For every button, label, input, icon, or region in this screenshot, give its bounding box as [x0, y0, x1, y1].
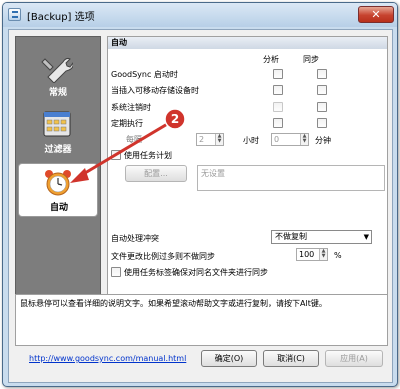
hours-spin-arrows[interactable]: ▲ ▼	[215, 134, 223, 145]
sync-periodic-checkbox[interactable]	[317, 118, 327, 128]
auto-conflict-value: 不做复制	[275, 232, 307, 241]
hours-stepper[interactable]: 2 ▲ ▼	[196, 133, 224, 146]
close-button[interactable]: ✕	[358, 6, 394, 23]
percent-label: %	[334, 251, 342, 260]
goodsync-app-icon	[8, 8, 21, 21]
auto-conflict-select[interactable]: 不做复制 ▼	[271, 230, 372, 244]
sync-on-device-checkbox[interactable]	[317, 85, 327, 95]
configure-button[interactable]: 配置...	[125, 165, 187, 182]
column-header-sync: 同步	[303, 55, 319, 64]
sidebar-item-label: 常规	[48, 88, 67, 98]
row-label-on-start: GoodSync 启动时	[111, 70, 178, 79]
options-window: [Backup] 选项 ✕ 常规 过滤器 自动 自动 分析 同步 GoodSyn…	[2, 2, 398, 387]
sidebar-item-auto[interactable]: 自动	[18, 163, 98, 217]
change-ratio-spin-arrows[interactable]: ▲ ▼	[319, 249, 327, 260]
filter-grid-icon	[43, 111, 71, 137]
change-ratio-value: 100	[299, 250, 315, 259]
minutes-stepper[interactable]: 0 ▲ ▼	[271, 133, 309, 146]
sidebar-item-general[interactable]: 常规	[18, 49, 98, 103]
analyze-on-device-checkbox[interactable]	[273, 85, 283, 95]
hours-value: 2	[199, 135, 205, 144]
manual-link[interactable]: http://www.goodsync.com/manual.html	[29, 354, 186, 363]
sidebar-item-label: 过滤器	[44, 145, 72, 155]
apply-button[interactable]: 应用(A)	[325, 350, 383, 367]
same-name-folder-label: 使用任务标签确保对同名文件夹进行同步	[124, 268, 268, 277]
schedule-field[interactable]: 无设置	[197, 165, 385, 191]
chevron-down-icon: ▼	[363, 233, 369, 241]
sync-on-start-checkbox[interactable]	[317, 69, 327, 79]
same-name-folder-checkbox[interactable]	[111, 267, 121, 277]
analyze-on-start-checkbox[interactable]	[273, 69, 283, 79]
column-header-analyze: 分析	[263, 55, 279, 64]
minutes-label: 分钟	[315, 136, 331, 145]
minutes-spin-arrows[interactable]: ▲ ▼	[300, 134, 308, 145]
window-title: [Backup] 选项	[27, 12, 95, 23]
row-label-on-device: 当插入可移动存储设备时	[111, 86, 199, 95]
minutes-value: 0	[274, 135, 280, 144]
row-label-on-logoff: 系统注销时	[111, 103, 151, 112]
auto-settings-panel: 自动 分析 同步 GoodSync 启动时 当插入可移动存储设备时 系统注销时 …	[107, 36, 388, 298]
auto-conflict-label: 自动处理冲突	[111, 234, 159, 243]
row-label-periodic: 定期执行	[111, 119, 143, 128]
title-bar[interactable]: [Backup] 选项 ✕	[3, 3, 397, 27]
panel-title: 自动	[108, 37, 387, 49]
cancel-button[interactable]: 取消(C)	[263, 350, 319, 367]
change-ratio-stepper[interactable]: 100 ▲ ▼	[296, 248, 328, 261]
change-ratio-label: 文件更改比例过多则不做同步	[111, 252, 215, 261]
use-scheduler-checkbox[interactable]	[111, 150, 121, 160]
analyze-periodic-checkbox[interactable]	[273, 118, 283, 128]
hours-label: 小时	[243, 136, 259, 145]
sync-on-logoff-checkbox[interactable]	[317, 102, 327, 112]
sidebar-item-label: 自动	[49, 203, 68, 213]
wrench-icon	[41, 57, 73, 83]
analyze-on-logoff-checkbox[interactable]	[273, 102, 283, 112]
sidebar: 常规 过滤器 自动	[15, 36, 101, 298]
dialog-client-area: 常规 过滤器 自动 自动 分析 同步 GoodSync 启动时 当插入可移动存储…	[8, 29, 393, 383]
use-scheduler-label: 使用任务计划	[124, 151, 172, 160]
help-description: 鼠标悬停可以查看详细的说明文字。如果希望滚动帮助文字或进行复制，请按下Alt键。	[15, 294, 388, 346]
alarm-clock-icon	[45, 170, 71, 196]
every-label: 每隔	[126, 135, 142, 144]
sidebar-item-filters[interactable]: 过滤器	[18, 106, 98, 160]
ok-button[interactable]: 确定(O)	[201, 350, 257, 367]
